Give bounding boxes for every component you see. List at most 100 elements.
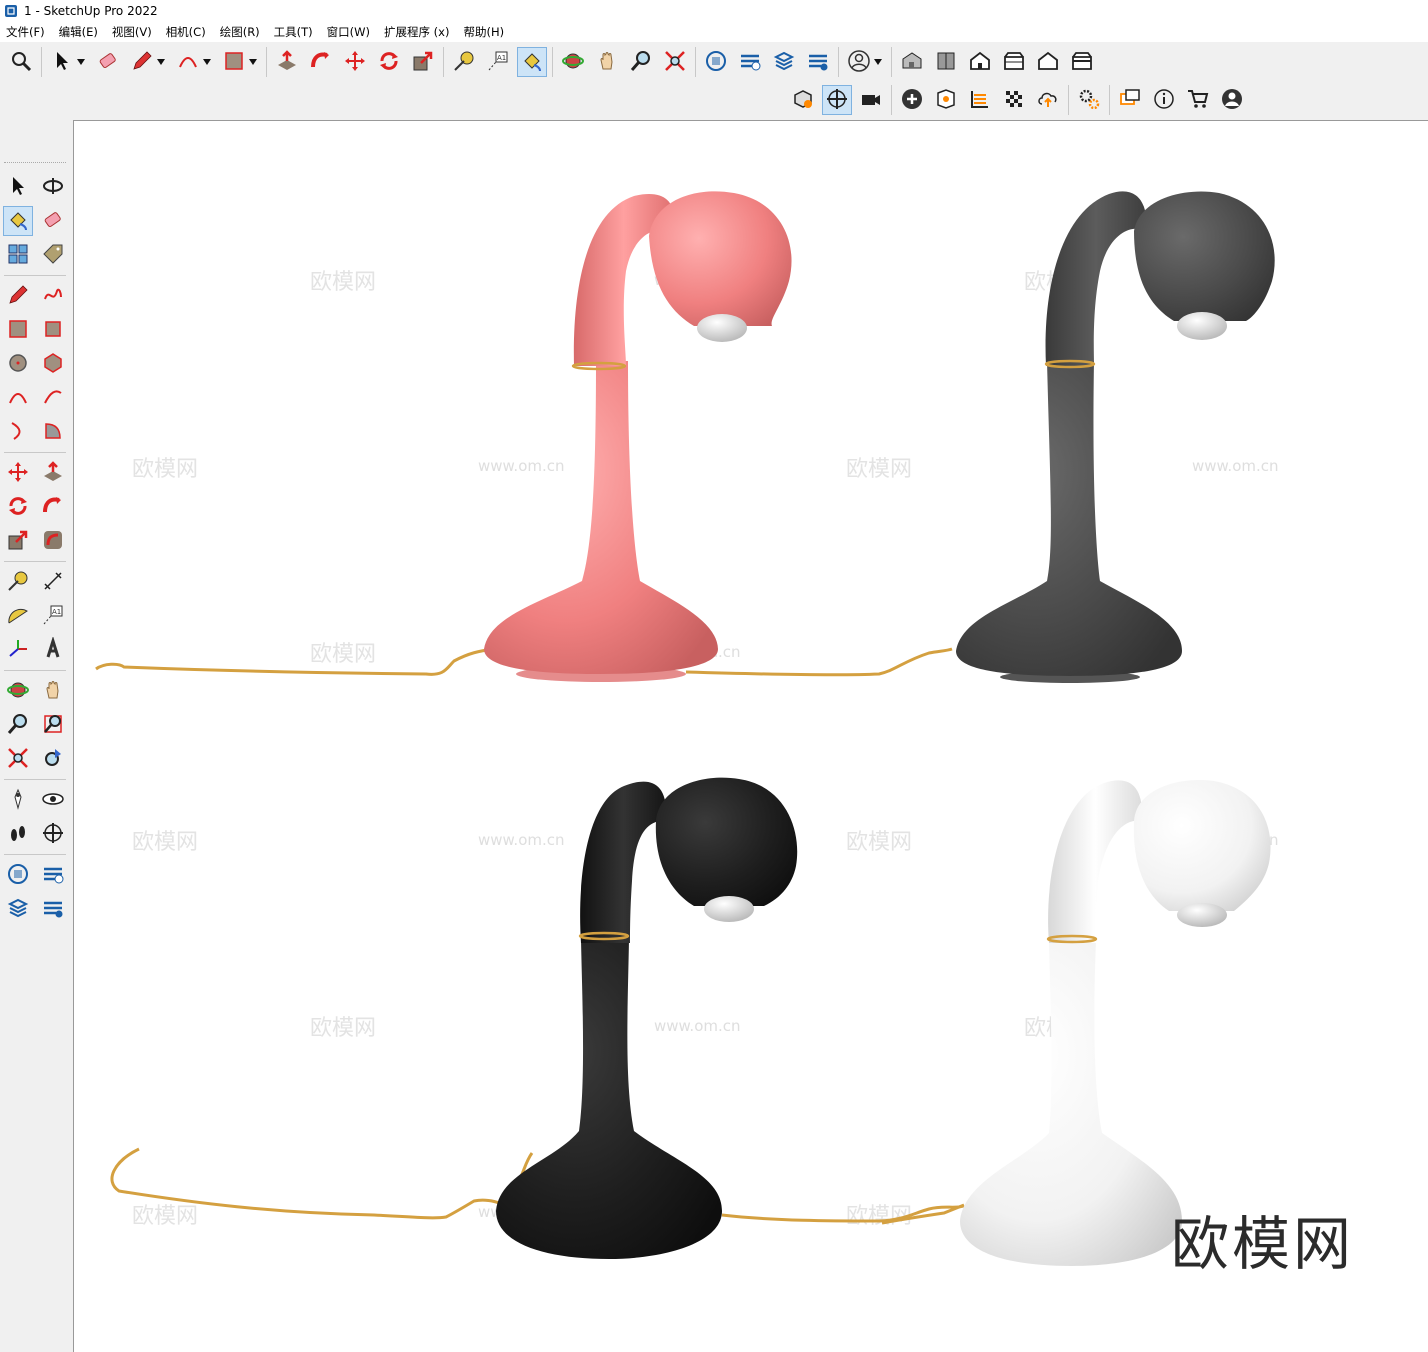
top-view-tool-button[interactable]: [931, 47, 961, 77]
look-around-tool-button[interactable]: [38, 785, 68, 815]
zoom-tool-button[interactable]: [3, 710, 33, 740]
follow-me-tool-button[interactable]: [38, 492, 68, 522]
camera-tool-button[interactable]: [856, 85, 886, 115]
left-view-tool-button[interactable]: [1067, 47, 1097, 77]
menu-tools[interactable]: 工具(T): [274, 24, 313, 40]
menu-extensions[interactable]: 扩展程序 (x): [384, 24, 449, 40]
extension-manager-tool-button[interactable]: [803, 47, 833, 77]
3d-warehouse-tool-button[interactable]: [701, 47, 731, 77]
push-pull-tool-button[interactable]: [38, 458, 68, 488]
drawing-viewport[interactable]: 欧模网 欧模网 欧模网 欧模网 欧模网 欧模网 欧模网 欧模网 欧模网 欧模网 …: [73, 120, 1428, 1352]
protractor-tool-button[interactable]: [3, 601, 33, 631]
lamp-model-gray[interactable]: [956, 191, 1275, 683]
freehand-tool-button[interactable]: [38, 281, 68, 311]
dropdown-caret-icon[interactable]: [75, 47, 87, 77]
profile-tool-button[interactable]: [1217, 85, 1247, 115]
checker-tool-button[interactable]: [999, 85, 1029, 115]
move-tool-button[interactable]: [340, 47, 370, 77]
toolbar-grip[interactable]: [4, 162, 66, 168]
search-tool-button[interactable]: [6, 47, 36, 77]
lamp-model-black[interactable]: [110, 777, 965, 1259]
upload-tool-button[interactable]: [1033, 85, 1063, 115]
user-account-tool-button[interactable]: [844, 47, 874, 77]
previous-view-tool-button[interactable]: [38, 744, 68, 774]
pie-tool-button[interactable]: [38, 417, 68, 447]
scale-tool-button[interactable]: [408, 47, 438, 77]
scale-tool-button[interactable]: [3, 526, 33, 556]
menu-edit[interactable]: 编辑(E): [59, 24, 98, 40]
select-tool-button[interactable]: [3, 172, 33, 202]
paint-bucket-tool-button[interactable]: [517, 47, 547, 77]
extension-warehouse-tool-button[interactable]: [38, 860, 68, 890]
pencil-tool-button[interactable]: [127, 47, 157, 77]
3d-text-tool-button[interactable]: [38, 635, 68, 665]
two-point-arc-tool-button[interactable]: [38, 383, 68, 413]
tape-measure-tool-button[interactable]: [3, 567, 33, 597]
sandbox-tool-button[interactable]: [931, 85, 961, 115]
layout-tool-button[interactable]: [769, 47, 799, 77]
paint-bucket-tool-button[interactable]: [2, 206, 33, 236]
section-plane-tool-button[interactable]: [822, 85, 852, 115]
menu-help[interactable]: 帮助(H): [463, 24, 504, 40]
comment-tool-button[interactable]: [1115, 85, 1145, 115]
arc-tool-button[interactable]: [173, 47, 203, 77]
select-arrow-tool-button[interactable]: [47, 47, 77, 77]
menu-window[interactable]: 窗口(W): [327, 24, 370, 40]
front-view-tool-button[interactable]: [965, 47, 995, 77]
tag-tool-button[interactable]: [38, 240, 68, 270]
info-tool-button[interactable]: [1149, 85, 1179, 115]
zoom-window-tool-button[interactable]: [38, 710, 68, 740]
three-point-arc-tool-button[interactable]: [3, 417, 33, 447]
rectangle-tool-button[interactable]: [3, 315, 33, 345]
tape-measure-tool-button[interactable]: [449, 47, 479, 77]
dropdown-caret-icon[interactable]: [247, 47, 259, 77]
lamp-model-white[interactable]: [881, 779, 1271, 1266]
axes-tool-button[interactable]: [3, 635, 33, 665]
dropdown-caret-icon[interactable]: [155, 47, 167, 77]
push-pull-tool-button[interactable]: [272, 47, 302, 77]
right-view-tool-button[interactable]: [999, 47, 1029, 77]
follow-me-tool-button[interactable]: [306, 47, 336, 77]
pan-tool-button[interactable]: [38, 676, 68, 706]
menu-draw[interactable]: 绘图(R): [220, 24, 260, 40]
rectangle-tool-button[interactable]: [219, 47, 249, 77]
move-tool-button[interactable]: [3, 458, 33, 488]
zoom-tool-button[interactable]: [626, 47, 656, 77]
circle-tool-button[interactable]: [3, 349, 33, 379]
cart-tool-button[interactable]: [1183, 85, 1213, 115]
styles-tool-button[interactable]: [965, 85, 995, 115]
rotate-tool-button[interactable]: [374, 47, 404, 77]
arc-tool-button[interactable]: [3, 383, 33, 413]
line-tool-button[interactable]: [3, 281, 33, 311]
offset-tool-button[interactable]: [38, 526, 68, 556]
zoom-extents-tool-button[interactable]: [660, 47, 690, 77]
lamp-model-pink[interactable]: [95, 191, 953, 682]
rotate-tool-button[interactable]: [3, 492, 33, 522]
pan-hand-tool-button[interactable]: [592, 47, 622, 77]
orbit-tool-button[interactable]: [558, 47, 588, 77]
orbit-tool-button[interactable]: [3, 676, 33, 706]
text-label-tool-button[interactable]: A1: [483, 47, 513, 77]
make-component-tool-button[interactable]: [3, 240, 33, 270]
section-plane-tool-button[interactable]: [38, 819, 68, 849]
text-tool-button[interactable]: A1: [38, 601, 68, 631]
layout-send-tool-button[interactable]: [3, 894, 33, 924]
settings-gears-tool-button[interactable]: [1074, 85, 1104, 115]
solid-inspector-tool-button[interactable]: [788, 85, 818, 115]
polygon-tool-button[interactable]: [38, 349, 68, 379]
dropdown-caret-icon[interactable]: [201, 47, 213, 77]
add-location-tool-button[interactable]: [897, 85, 927, 115]
eraser-tool-button[interactable]: [93, 47, 123, 77]
menu-view[interactable]: 视图(V): [112, 24, 152, 40]
extension-warehouse-tool-button[interactable]: [735, 47, 765, 77]
rotated-rectangle-tool-button[interactable]: [38, 315, 68, 345]
menu-file[interactable]: 文件(F): [6, 24, 45, 40]
extension-manager-tool-button[interactable]: [38, 894, 68, 924]
zoom-extents-tool-button[interactable]: [3, 744, 33, 774]
walk-tool-button[interactable]: [3, 819, 33, 849]
dimension-tool-button[interactable]: [38, 567, 68, 597]
back-view-tool-button[interactable]: [1033, 47, 1063, 77]
iso-view-tool-button[interactable]: [897, 47, 927, 77]
position-camera-tool-button[interactable]: [3, 785, 33, 815]
orbit-rotate-tool-button[interactable]: [38, 172, 68, 202]
